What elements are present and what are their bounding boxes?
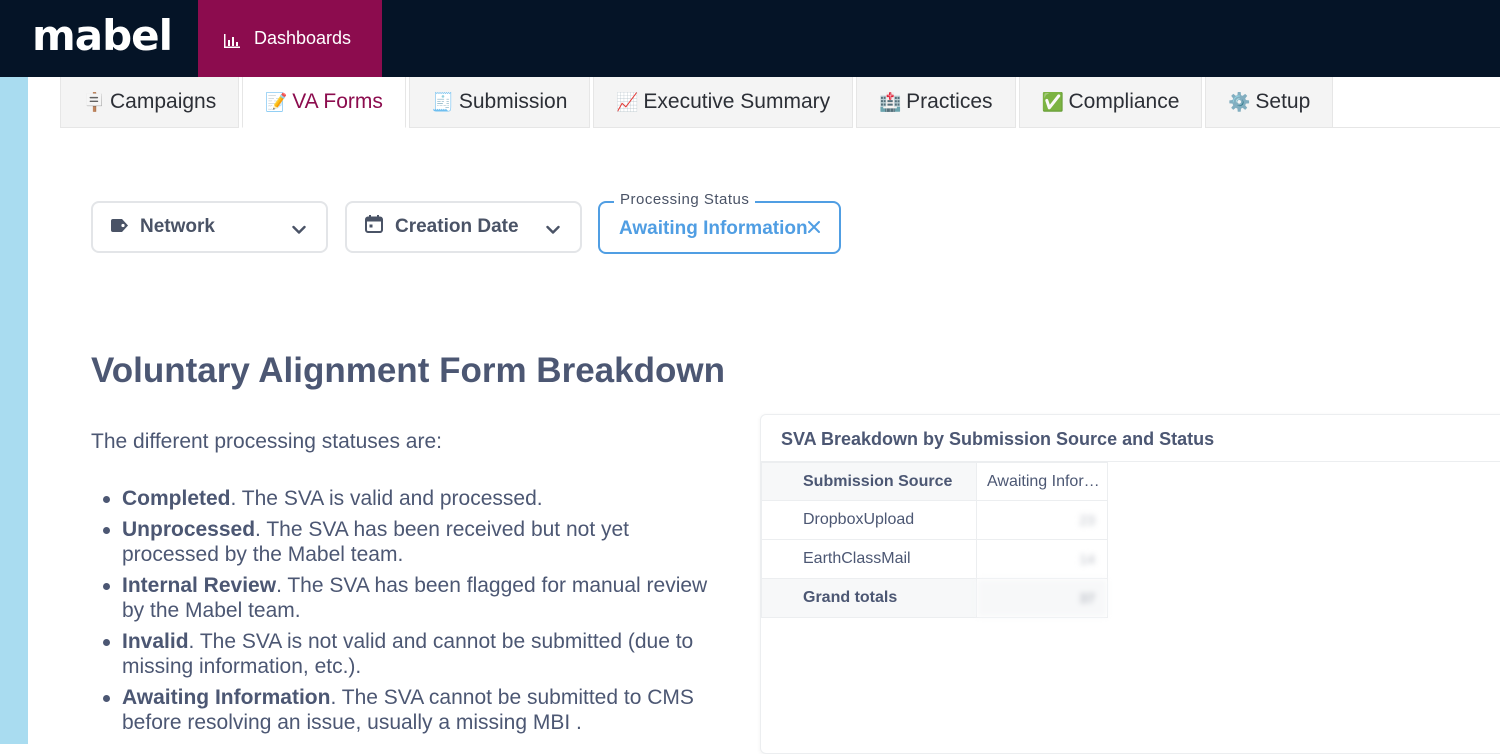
creation-date-filter-label: Creation Date [395, 216, 519, 237]
tab-executive-summary[interactable]: 📈 Executive Summary [593, 77, 854, 128]
status-description: . The SVA is not valid and cannot be sub… [122, 629, 694, 679]
status-name: Completed [122, 487, 231, 510]
table-row: EarthClassMail 14 [761, 539, 1108, 579]
list-item: Internal Review. The SVA has been flagge… [100, 573, 710, 624]
network-filter-label: Network [140, 216, 215, 237]
chart-up-icon: 📈 [616, 91, 639, 112]
tab-setup[interactable]: ⚙️ Setup [1205, 77, 1334, 128]
tab-compliance[interactable]: ✅ Compliance [1018, 77, 1203, 128]
processing-status-value: Awaiting Information [619, 218, 808, 239]
status-name: Invalid [122, 629, 189, 653]
tab-label: Submission [458, 90, 568, 113]
nav-dashboards-label: Dashboards [254, 28, 352, 48]
pivot-table: Submission Source Awaiting Infor… Dropbo… [761, 462, 1108, 618]
tab-label: Practices [906, 90, 993, 113]
memo-icon: 📝 [265, 91, 288, 112]
source-cell: DropboxUpload [761, 500, 977, 540]
column-header-cell[interactable]: Awaiting Infor… [976, 462, 1108, 501]
top-navbar: mabel Dashboards [0, 0, 1500, 77]
total-value-cell: 37 [976, 578, 1108, 618]
table-total-row: Grand totals 37 [761, 578, 1108, 618]
tab-divider [1313, 127, 1500, 128]
status-list: Completed. The SVA is valid and processe… [100, 486, 710, 741]
tab-campaigns[interactable]: 🪧 Campaigns [60, 77, 240, 128]
value-cell: 23 [976, 500, 1108, 540]
status-name: Internal Review [122, 573, 277, 597]
tab-label: Executive Summary [643, 90, 831, 113]
processing-status-legend: Processing Status [614, 191, 756, 208]
status-name: Awaiting Information [122, 685, 331, 709]
table-header-row: Submission Source Awaiting Infor… [761, 462, 1108, 501]
sidebar-strip [0, 77, 28, 744]
tab-submission[interactable]: 🧾 Submission [408, 77, 591, 128]
tab-label: Compliance [1068, 90, 1180, 113]
list-item: Awaiting Information. The SVA cannot be … [100, 685, 710, 736]
section-title: Voluntary Alignment Form Breakdown [91, 351, 725, 390]
hospital-icon: 🏥 [879, 91, 902, 112]
clear-filter-icon[interactable] [807, 216, 821, 240]
check-mark-icon: ✅ [1041, 91, 1064, 112]
row-header-cell[interactable]: Submission Source [761, 462, 977, 501]
source-cell: EarthClassMail [761, 539, 977, 579]
tab-va-forms[interactable]: 📝 VA Forms [242, 77, 406, 128]
value-cell: 14 [976, 539, 1108, 579]
list-item: Unprocessed. The SVA has been received b… [100, 517, 710, 568]
status-name: Unprocessed [122, 517, 256, 541]
table-row: DropboxUpload 23 [761, 500, 1108, 540]
creation-date-filter[interactable]: Creation Date [345, 201, 582, 253]
receipt-icon: 🧾 [431, 91, 455, 112]
sva-breakdown-card: SVA Breakdown by Submission Source and S… [760, 414, 1500, 754]
dashboard-tabs: 🪧 Campaigns 📝 VA Forms 🧾 Submission 📈 Execut… [60, 77, 1336, 128]
gear-icon: ⚙️ [1228, 91, 1251, 112]
list-item: Invalid. The SVA is not valid and cannot… [100, 629, 710, 680]
processing-status-filter[interactable]: Processing Status Awaiting Information [598, 191, 841, 254]
intro-text: The different processing statuses are: [91, 430, 442, 453]
signpost-icon: 🪧 [83, 91, 106, 112]
card-title[interactable]: SVA Breakdown by Submission Source and S… [781, 429, 1214, 450]
chevron-down-icon [546, 219, 560, 241]
tab-label: Setup [1255, 90, 1311, 113]
tab-label: Campaigns [110, 90, 217, 113]
list-item: Completed. The SVA is valid and processe… [100, 486, 710, 512]
calendar-icon [365, 215, 383, 239]
chevron-down-icon [292, 219, 306, 241]
status-description: . The SVA is valid and processed. [230, 487, 543, 510]
total-label-cell: Grand totals [761, 578, 977, 618]
bar-chart-icon [224, 32, 240, 48]
nav-dashboards-button[interactable]: Dashboards [198, 0, 382, 77]
network-filter[interactable]: Network [91, 201, 328, 253]
tag-icon [111, 216, 128, 238]
tab-practices[interactable]: 🏥 Practices [856, 77, 1016, 128]
mabel-logo[interactable]: mabel [32, 8, 173, 64]
tab-label: VA Forms [292, 90, 383, 113]
